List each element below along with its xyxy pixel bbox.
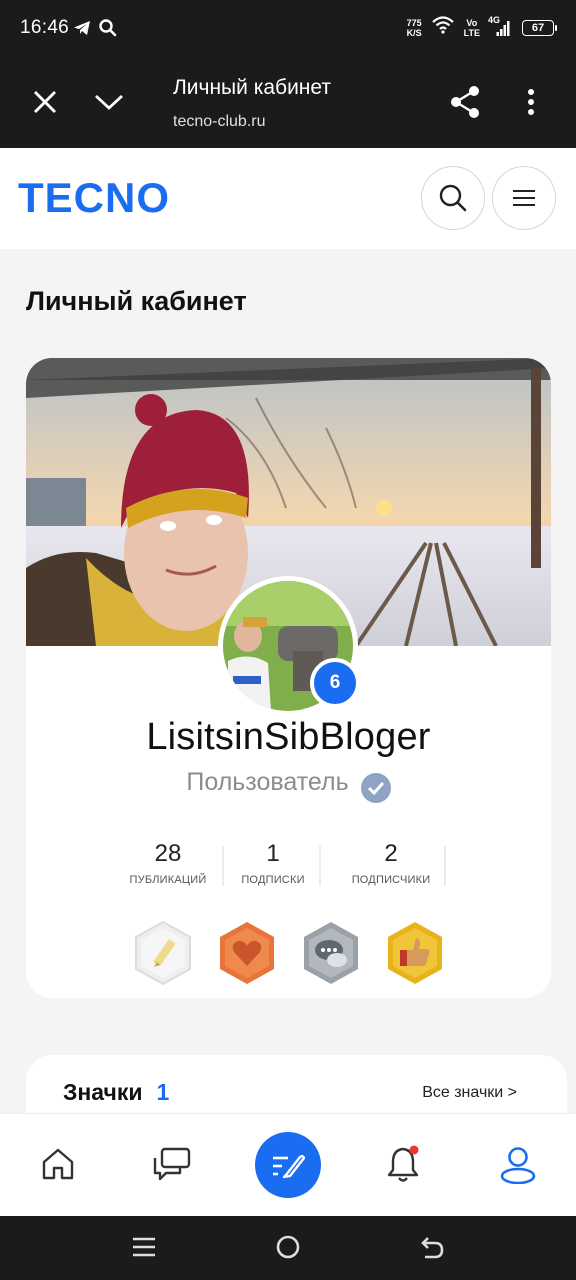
back-icon[interactable] bbox=[420, 1235, 444, 1264]
nav-messages[interactable] bbox=[152, 1144, 192, 1184]
browser-url[interactable]: tecno-club.ru bbox=[173, 113, 266, 131]
wifi-icon bbox=[431, 16, 454, 39]
chat-icon bbox=[153, 1147, 191, 1181]
home-icon bbox=[42, 1148, 74, 1180]
more-vertical-icon bbox=[528, 89, 534, 115]
profile-stats: 28 публикаций 1 подписки 2 подписчики bbox=[26, 840, 551, 894]
tecno-logo[interactable]: TECNO bbox=[18, 174, 188, 222]
search-status-icon bbox=[98, 18, 118, 43]
verified-check-icon bbox=[360, 773, 391, 803]
nav-profile[interactable] bbox=[498, 1144, 538, 1184]
status-time: 16:46 bbox=[20, 17, 70, 38]
notifications-icon bbox=[387, 1145, 419, 1182]
profile-badges bbox=[134, 920, 444, 986]
browser-toolbar: Личный кабинет tecno-club.ru bbox=[0, 56, 576, 148]
nav-home[interactable] bbox=[38, 1144, 78, 1184]
stat-divider bbox=[319, 846, 321, 886]
all-badges-link[interactable]: Все значки > bbox=[422, 1084, 517, 1102]
profile-icon bbox=[500, 1147, 536, 1184]
nav-compose[interactable] bbox=[255, 1132, 321, 1198]
thumbs-up-badge-icon[interactable] bbox=[386, 920, 444, 986]
chevron-down-icon bbox=[95, 94, 123, 110]
heart-badge-icon[interactable] bbox=[218, 920, 276, 986]
collapse-button[interactable] bbox=[91, 84, 127, 120]
battery-indicator: 67 bbox=[522, 19, 557, 36]
share-button[interactable] bbox=[447, 84, 483, 120]
close-icon bbox=[34, 91, 56, 113]
home-system-icon[interactable] bbox=[276, 1235, 300, 1264]
status-bar: 16:46 775 K/S Vo LTE 4G 67 bbox=[0, 0, 576, 56]
profile-username: LisitsinSibBloger bbox=[146, 716, 431, 758]
close-button[interactable] bbox=[27, 84, 63, 120]
stat-subscribers[interactable]: 2 подписчики bbox=[344, 840, 438, 886]
menu-button[interactable] bbox=[492, 166, 556, 230]
profile-card: 6 LisitsinSibBloger Пользователь 28 публ… bbox=[26, 358, 551, 998]
volte-indicator: Vo LTE bbox=[463, 17, 480, 38]
network-speed: 775 K/S bbox=[406, 17, 422, 38]
search-icon bbox=[439, 184, 467, 212]
bottom-navigation bbox=[0, 1113, 576, 1216]
search-button[interactable] bbox=[421, 166, 485, 230]
share-icon bbox=[451, 86, 479, 118]
stat-divider bbox=[444, 846, 446, 886]
page-title: Личный кабинет bbox=[26, 286, 247, 316]
hamburger-icon bbox=[513, 190, 535, 206]
svg-text:TECNO: TECNO bbox=[18, 177, 170, 217]
chat-badge-icon[interactable] bbox=[302, 920, 360, 986]
more-menu-button[interactable] bbox=[513, 84, 549, 120]
nav-notifications[interactable] bbox=[383, 1144, 423, 1184]
browser-page-title: Личный кабинет bbox=[173, 76, 331, 99]
stat-divider bbox=[222, 846, 224, 886]
stat-subscriptions[interactable]: 1 подписки bbox=[234, 840, 312, 886]
compose-icon bbox=[273, 1155, 306, 1179]
recent-apps-icon[interactable] bbox=[133, 1235, 155, 1264]
stat-publications[interactable]: 28 публикаций bbox=[126, 840, 210, 886]
pencil-badge-icon[interactable] bbox=[134, 920, 192, 986]
signal-icon: 4G bbox=[488, 15, 512, 37]
telegram-icon bbox=[72, 18, 92, 43]
profile-role: Пользователь bbox=[26, 768, 551, 803]
badges-section-title: Значки 1 bbox=[63, 1079, 170, 1105]
system-navigation-bar bbox=[0, 1216, 576, 1280]
site-header: TECNO bbox=[0, 148, 576, 249]
level-badge: 6 bbox=[310, 658, 360, 708]
